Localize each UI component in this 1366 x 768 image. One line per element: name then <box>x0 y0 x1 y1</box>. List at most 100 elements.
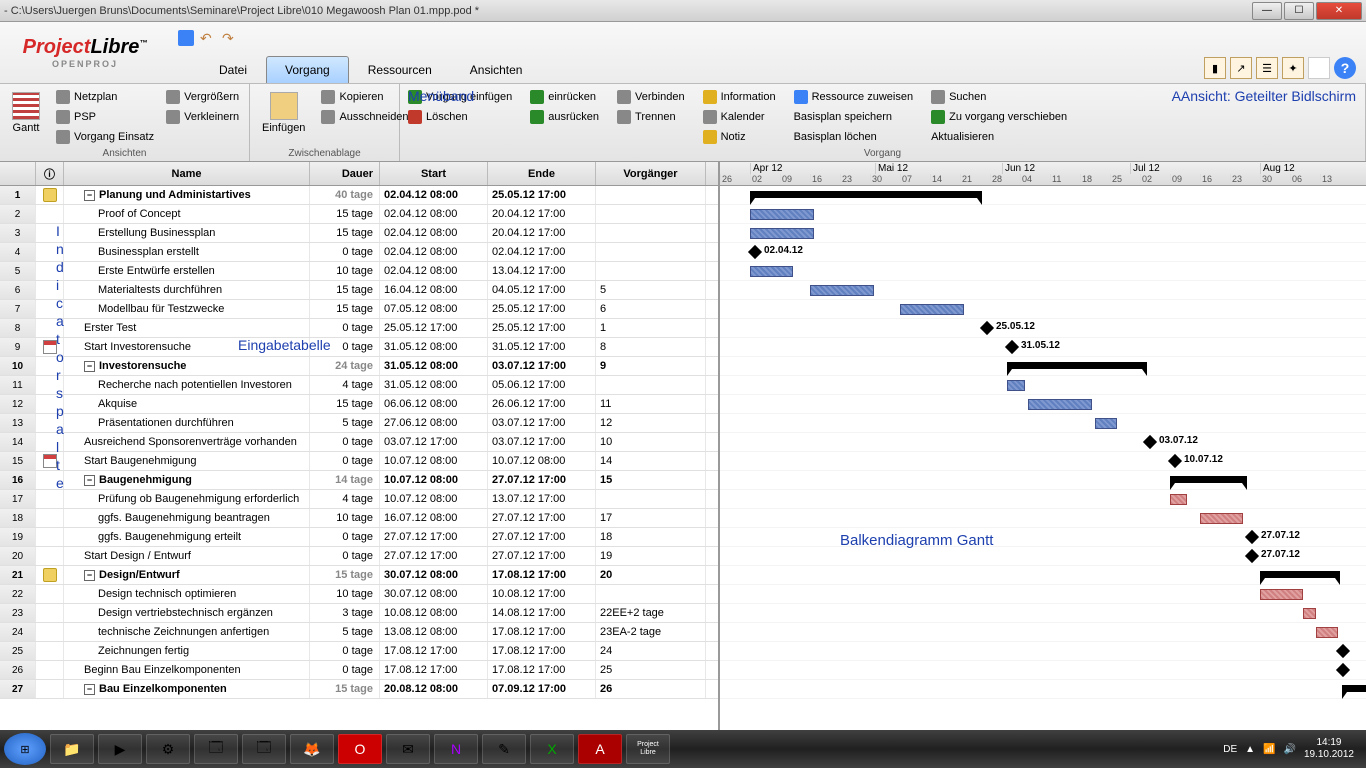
einfuegen-button[interactable]: Einfügen <box>258 88 309 138</box>
milestone-marker[interactable] <box>1143 435 1157 449</box>
outline-toggle[interactable]: − <box>84 361 95 372</box>
taskbar-app2[interactable]: 🗔 <box>194 734 238 764</box>
taskbar-vodafone[interactable]: O <box>338 734 382 764</box>
netzplan-button[interactable]: Netzplan <box>56 88 154 106</box>
view-icon-1[interactable]: ▮ <box>1204 57 1226 79</box>
taskbar-onenote[interactable]: N <box>434 734 478 764</box>
milestone-marker[interactable] <box>980 321 994 335</box>
taskbar-media[interactable]: ▶ <box>98 734 142 764</box>
summary-bar[interactable] <box>750 191 982 198</box>
vorgang-einsatz-button[interactable]: Vorgang Einsatz <box>56 128 154 146</box>
table-row[interactable]: 19ggfs. Baugenehmigung erteilt0 tage27.0… <box>0 528 718 547</box>
task-bar[interactable] <box>750 266 793 277</box>
outline-toggle[interactable]: − <box>84 684 95 695</box>
task-bar[interactable] <box>1028 399 1092 410</box>
task-bar[interactable] <box>1007 380 1025 391</box>
table-row[interactable]: 4Businessplan erstellt0 tage02.04.12 08:… <box>0 243 718 262</box>
table-row[interactable]: 16−Baugenehmigung14 tage10.07.12 08:0027… <box>0 471 718 490</box>
milestone-marker[interactable] <box>1245 530 1259 544</box>
col-indicator[interactable]: ⓘ <box>36 162 64 185</box>
table-row[interactable]: 12Akquise15 tage06.06.12 08:0026.06.12 1… <box>0 395 718 414</box>
table-row[interactable]: 15Start Baugenehmigung0 tage10.07.12 08:… <box>0 452 718 471</box>
col-vorgaenger[interactable]: Vorgänger <box>596 162 706 185</box>
zu-vorgang-button[interactable]: Zu vorgang verschieben <box>931 108 1067 126</box>
table-row[interactable]: 10−Investorensuche24 tage31.05.12 08:000… <box>0 357 718 376</box>
information-button[interactable]: Information <box>703 88 776 106</box>
task-bar[interactable] <box>810 285 874 296</box>
tab-datei[interactable]: Datei <box>200 56 266 83</box>
verkleinern-button[interactable]: Verkleinern <box>166 108 239 126</box>
table-row[interactable]: 27−Bau Einzelkomponenten15 tage20.08.12 … <box>0 680 718 699</box>
close-button[interactable]: ✕ <box>1316 2 1362 20</box>
table-row[interactable]: 9Start Investorensuche0 tage31.05.12 08:… <box>0 338 718 357</box>
task-bar[interactable] <box>1303 608 1316 619</box>
einruecken-button[interactable]: einrücken <box>530 88 599 106</box>
table-row[interactable]: 14Ausreichend Sponsorenverträge vorhande… <box>0 433 718 452</box>
undo-icon[interactable] <box>200 30 216 46</box>
basisplan-loeschen-button[interactable]: Basisplan löchen <box>794 128 914 146</box>
taskbar-outlook[interactable]: ✉ <box>386 734 430 764</box>
summary-bar[interactable] <box>1007 362 1147 369</box>
kopieren-button[interactable]: Kopieren <box>321 88 408 106</box>
taskbar-projectlibre[interactable]: ProjectLibre <box>626 734 670 764</box>
ressource-zuweisen-button[interactable]: Ressource zuweisen <box>794 88 914 106</box>
col-ende[interactable]: Ende <box>488 162 596 185</box>
taskbar-app3[interactable]: 🗔 <box>242 734 286 764</box>
table-row[interactable]: 7Modellbau für Testzwecke15 tage07.05.12… <box>0 300 718 319</box>
maximize-button[interactable]: ☐ <box>1284 2 1314 20</box>
outline-toggle[interactable]: − <box>84 190 95 201</box>
gantt-timescale[interactable]: Apr 12Mai 12Jun 12Jul 12Aug 122602091623… <box>720 162 1366 186</box>
vergroessern-button[interactable]: Vergrößern <box>166 88 239 106</box>
psp-button[interactable]: PSP <box>56 108 154 126</box>
table-row[interactable]: 8Erster Test0 tage25.05.12 17:0025.05.12… <box>0 319 718 338</box>
tray-network-icon[interactable]: 📶 <box>1263 744 1275 755</box>
outline-toggle[interactable]: − <box>84 475 95 486</box>
tray-lang[interactable]: DE <box>1223 744 1237 755</box>
ausschneiden-button[interactable]: Ausschneiden <box>321 108 408 126</box>
summary-bar[interactable] <box>1260 571 1340 578</box>
milestone-marker[interactable] <box>748 245 762 259</box>
tab-ressourcen[interactable]: Ressourcen <box>349 56 451 83</box>
summary-bar[interactable] <box>1342 685 1366 692</box>
col-name[interactable]: Name <box>64 162 310 185</box>
loeschen-button[interactable]: Löschen <box>408 108 512 126</box>
summary-bar[interactable] <box>1170 476 1247 483</box>
table-row[interactable]: 20Start Design / Entwurf0 tage27.07.12 1… <box>0 547 718 566</box>
milestone-marker[interactable] <box>1245 549 1259 563</box>
taskbar-firefox[interactable]: 🦊 <box>290 734 334 764</box>
table-row[interactable]: 6Materialtests durchführen15 tage16.04.1… <box>0 281 718 300</box>
view-icon-2[interactable]: ↗ <box>1230 57 1252 79</box>
task-bar[interactable] <box>1316 627 1338 638</box>
table-row[interactable]: 18ggfs. Baugenehmigung beantragen10 tage… <box>0 509 718 528</box>
table-row[interactable]: 3Erstellung Businessplan15 tage02.04.12 … <box>0 224 718 243</box>
task-bar[interactable] <box>750 209 814 220</box>
task-bar[interactable] <box>1170 494 1187 505</box>
tab-vorgang[interactable]: Vorgang <box>266 56 349 83</box>
task-bar[interactable] <box>1200 513 1243 524</box>
milestone-marker[interactable] <box>1005 340 1019 354</box>
outline-toggle[interactable]: − <box>84 570 95 581</box>
tray-flag-icon[interactable]: ▲ <box>1245 744 1255 755</box>
table-row[interactable]: 24technische Zeichnungen anfertigen5 tag… <box>0 623 718 642</box>
basisplan-speichern-button[interactable]: Basisplan speichern <box>794 108 914 126</box>
minimize-button[interactable]: — <box>1252 2 1282 20</box>
aktualisieren-button[interactable]: Aktualisieren <box>931 128 1067 146</box>
table-row[interactable]: 2Proof of Concept15 tage02.04.12 08:0020… <box>0 205 718 224</box>
ausruecken-button[interactable]: ausrücken <box>530 108 599 126</box>
table-row[interactable]: 21−Design/Entwurf15 tage30.07.12 08:0017… <box>0 566 718 585</box>
table-row[interactable]: 23Design vertriebstechnisch ergänzen3 ta… <box>0 604 718 623</box>
redo-icon[interactable] <box>222 30 238 46</box>
gantt-button[interactable]: Gantt <box>8 88 44 146</box>
view-icon-3[interactable]: ☰ <box>1256 57 1278 79</box>
task-bar[interactable] <box>900 304 964 315</box>
task-bar[interactable] <box>1260 589 1303 600</box>
save-icon[interactable] <box>178 30 194 46</box>
table-row[interactable]: 11Recherche nach potentiellen Investoren… <box>0 376 718 395</box>
milestone-marker[interactable] <box>1336 644 1350 658</box>
tab-ansichten[interactable]: Ansichten <box>451 56 542 83</box>
kalender-button[interactable]: Kalender <box>703 108 776 126</box>
taskbar-excel[interactable]: X <box>530 734 574 764</box>
milestone-marker[interactable] <box>1168 454 1182 468</box>
table-row[interactable]: 25Zeichnungen fertig0 tage17.08.12 17:00… <box>0 642 718 661</box>
view-icon-4[interactable]: ✦ <box>1282 57 1304 79</box>
